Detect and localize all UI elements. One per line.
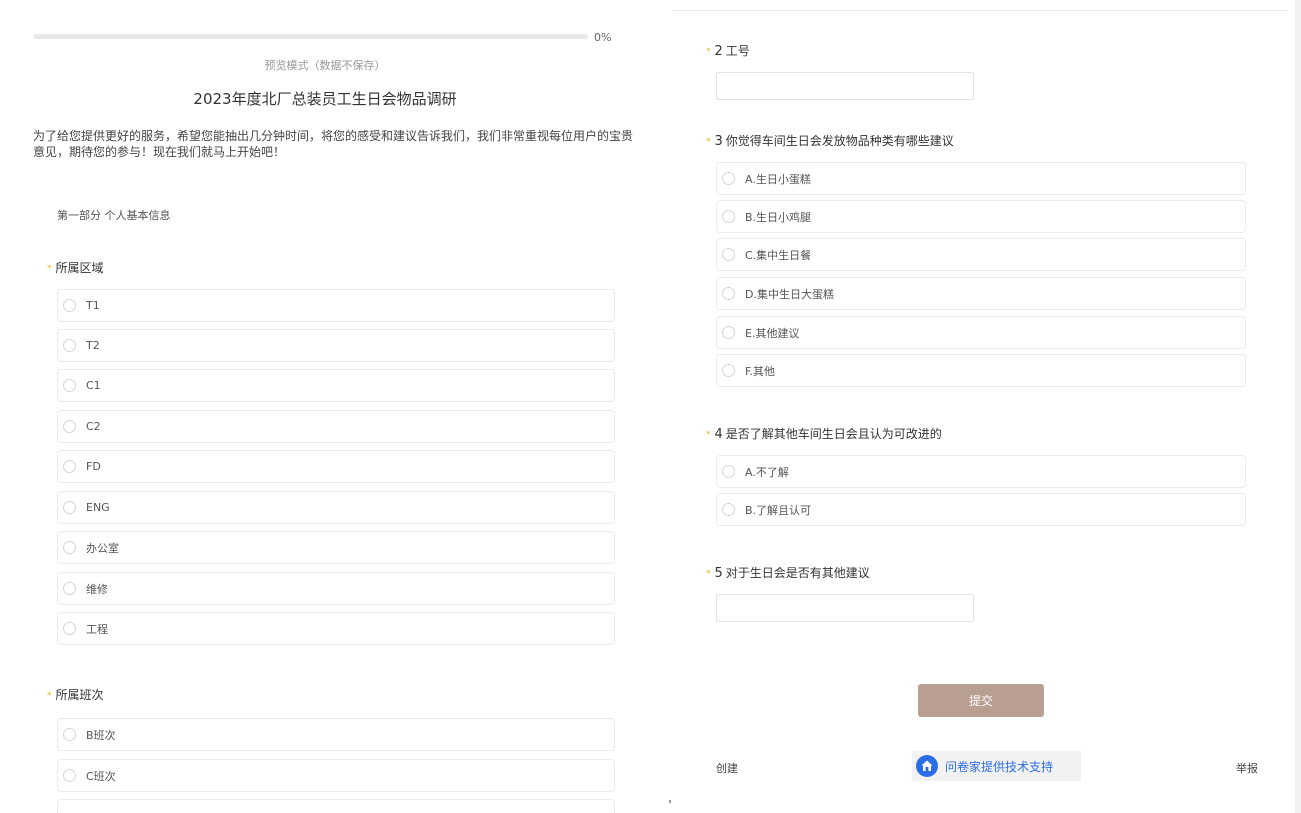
survey-title: 2023年度北厂总装员工生日会物品调研 <box>193 90 457 108</box>
question-label: 你觉得车间生日会发放物品种类有哪些建议 <box>725 134 954 148</box>
option-q3-d[interactable]: D.集中生日大蛋糕 <box>716 277 1246 310</box>
radio-icon[interactable] <box>63 379 76 392</box>
question-label: 所属班次 <box>55 688 104 702</box>
radio-icon[interactable] <box>722 248 735 261</box>
option-label: B.生日小鸡腿 <box>745 210 812 224</box>
option-q4-a[interactable]: A.不了解 <box>716 455 1246 488</box>
required-star: * <box>706 137 711 147</box>
question-number: 2 <box>714 44 723 59</box>
question-number: 3 <box>714 134 723 149</box>
option-label: T2 <box>86 339 100 352</box>
option-label: A.不了解 <box>745 465 789 479</box>
option-label: E.其他建议 <box>745 326 800 340</box>
option-q3-e[interactable]: E.其他建议 <box>716 316 1246 349</box>
question-3-title: * 3 你觉得车间生日会发放物品种类有哪些建议 <box>706 132 954 149</box>
question-number: 5 <box>714 566 723 581</box>
option-label: B.了解且认可 <box>745 503 812 517</box>
radio-icon[interactable] <box>63 769 76 782</box>
create-link[interactable]: 创建 <box>716 760 738 776</box>
option-label: C.集中生日餐 <box>745 248 812 262</box>
question-label: 是否了解其他车间生日会且认为可改进的 <box>725 427 942 441</box>
required-star: * <box>47 264 52 274</box>
option-q3-b[interactable]: B.生日小鸡腿 <box>716 200 1246 233</box>
option-label: 办公室 <box>86 541 119 555</box>
option-label: A.生日小蛋糕 <box>745 172 811 186</box>
tech-support-text: 问卷家提供技术支持 <box>945 759 1054 774</box>
option-label: C2 <box>86 420 101 433</box>
progress-percent: 0% <box>594 31 612 44</box>
radio-icon[interactable] <box>63 728 76 741</box>
submit-button[interactable]: 提交 <box>918 684 1044 717</box>
radio-icon[interactable] <box>63 299 76 312</box>
option-area-engineering[interactable]: 工程 <box>57 612 615 645</box>
radio-icon[interactable] <box>722 172 735 185</box>
question-label: 对于生日会是否有其他建议 <box>725 566 870 580</box>
radio-icon[interactable] <box>722 465 735 478</box>
option-label: FD <box>86 460 101 473</box>
option-area-c2[interactable]: C2 <box>57 410 615 443</box>
radio-icon[interactable] <box>63 420 76 433</box>
wenjuanjia-logo-icon <box>916 755 938 777</box>
option-q3-c[interactable]: C.集中生日餐 <box>716 238 1246 271</box>
suggestion-input[interactable] <box>716 594 974 622</box>
preview-mode-note: 预览模式（数据不保存） <box>264 59 386 72</box>
question-2-title: * 2 工号 <box>706 42 750 59</box>
option-area-t1[interactable]: T1 <box>57 289 615 322</box>
progress-bar <box>33 34 588 39</box>
option-q3-a[interactable]: A.生日小蛋糕 <box>716 162 1246 195</box>
required-star: * <box>47 691 52 701</box>
option-area-fd[interactable]: FD <box>57 450 615 483</box>
required-star: * <box>706 569 711 579</box>
question-label: 所属区域 <box>55 261 104 275</box>
option-q3-f[interactable]: F.其他 <box>716 354 1246 387</box>
option-label: F.其他 <box>745 364 776 378</box>
option-label: C1 <box>86 379 101 392</box>
option-label: ENG <box>86 501 110 514</box>
option-label: B班次 <box>86 728 116 742</box>
question-5-title: * 5 对于生日会是否有其他建议 <box>706 564 870 581</box>
section-title: 第一部分 个人基本信息 <box>57 209 171 222</box>
radio-icon[interactable] <box>722 210 735 223</box>
radio-icon[interactable] <box>63 339 76 352</box>
required-star: * <box>706 47 711 57</box>
radio-icon[interactable] <box>63 460 76 473</box>
radio-icon[interactable] <box>63 622 76 635</box>
radio-icon[interactable] <box>722 503 735 516</box>
tech-support-link[interactable]: 问卷家提供技术支持 <box>912 751 1081 781</box>
option-area-t2[interactable]: T2 <box>57 329 615 362</box>
option-shift-b[interactable]: B班次 <box>57 718 615 751</box>
required-star: * <box>706 430 711 440</box>
radio-icon[interactable] <box>63 582 76 595</box>
radio-icon[interactable] <box>63 541 76 554</box>
option-shift-c[interactable]: C班次 <box>57 759 615 792</box>
option-label: 维修 <box>86 582 108 596</box>
option-q4-b[interactable]: B.了解且认可 <box>716 493 1246 526</box>
divider-dot <box>669 800 671 803</box>
survey-left-panel: 0% 预览模式（数据不保存） 2023年度北厂总装员工生日会物品调研 为了给您提… <box>0 0 650 813</box>
report-link[interactable]: 举报 <box>1236 760 1258 776</box>
option-label: C班次 <box>86 769 116 783</box>
option-area-c1[interactable]: C1 <box>57 369 615 402</box>
option-label: T1 <box>86 299 100 312</box>
option-label: 工程 <box>86 622 108 636</box>
radio-icon[interactable] <box>722 364 735 377</box>
radio-icon[interactable] <box>722 287 735 300</box>
radio-icon[interactable] <box>63 501 76 514</box>
survey-right-panel: * 2 工号 * 3 你觉得车间生日会发放物品种类有哪些建议 A.生日小蛋糕 B.生日小… <box>672 0 1301 813</box>
question-area-title: * 所属区域 <box>47 259 104 276</box>
question-label: 工号 <box>725 44 750 58</box>
question-4-title: * 4 是否了解其他车间生日会且认为可改进的 <box>706 425 942 442</box>
option-area-office[interactable]: 办公室 <box>57 531 615 564</box>
question-number: 4 <box>714 427 723 442</box>
question-shift-title: * 所属班次 <box>47 686 104 703</box>
option-area-eng[interactable]: ENG <box>57 491 615 524</box>
radio-icon[interactable] <box>722 326 735 339</box>
option-shift-partial[interactable] <box>57 799 615 813</box>
option-area-maintenance[interactable]: 维修 <box>57 572 615 605</box>
option-label: D.集中生日大蛋糕 <box>745 287 834 301</box>
employee-id-input[interactable] <box>716 72 974 100</box>
scrollbar-track[interactable] <box>1295 0 1301 813</box>
survey-intro: 为了给您提供更好的服务，希望您能抽出几分钟时间，将您的感受和建议告诉我们，我们非… <box>33 129 634 159</box>
